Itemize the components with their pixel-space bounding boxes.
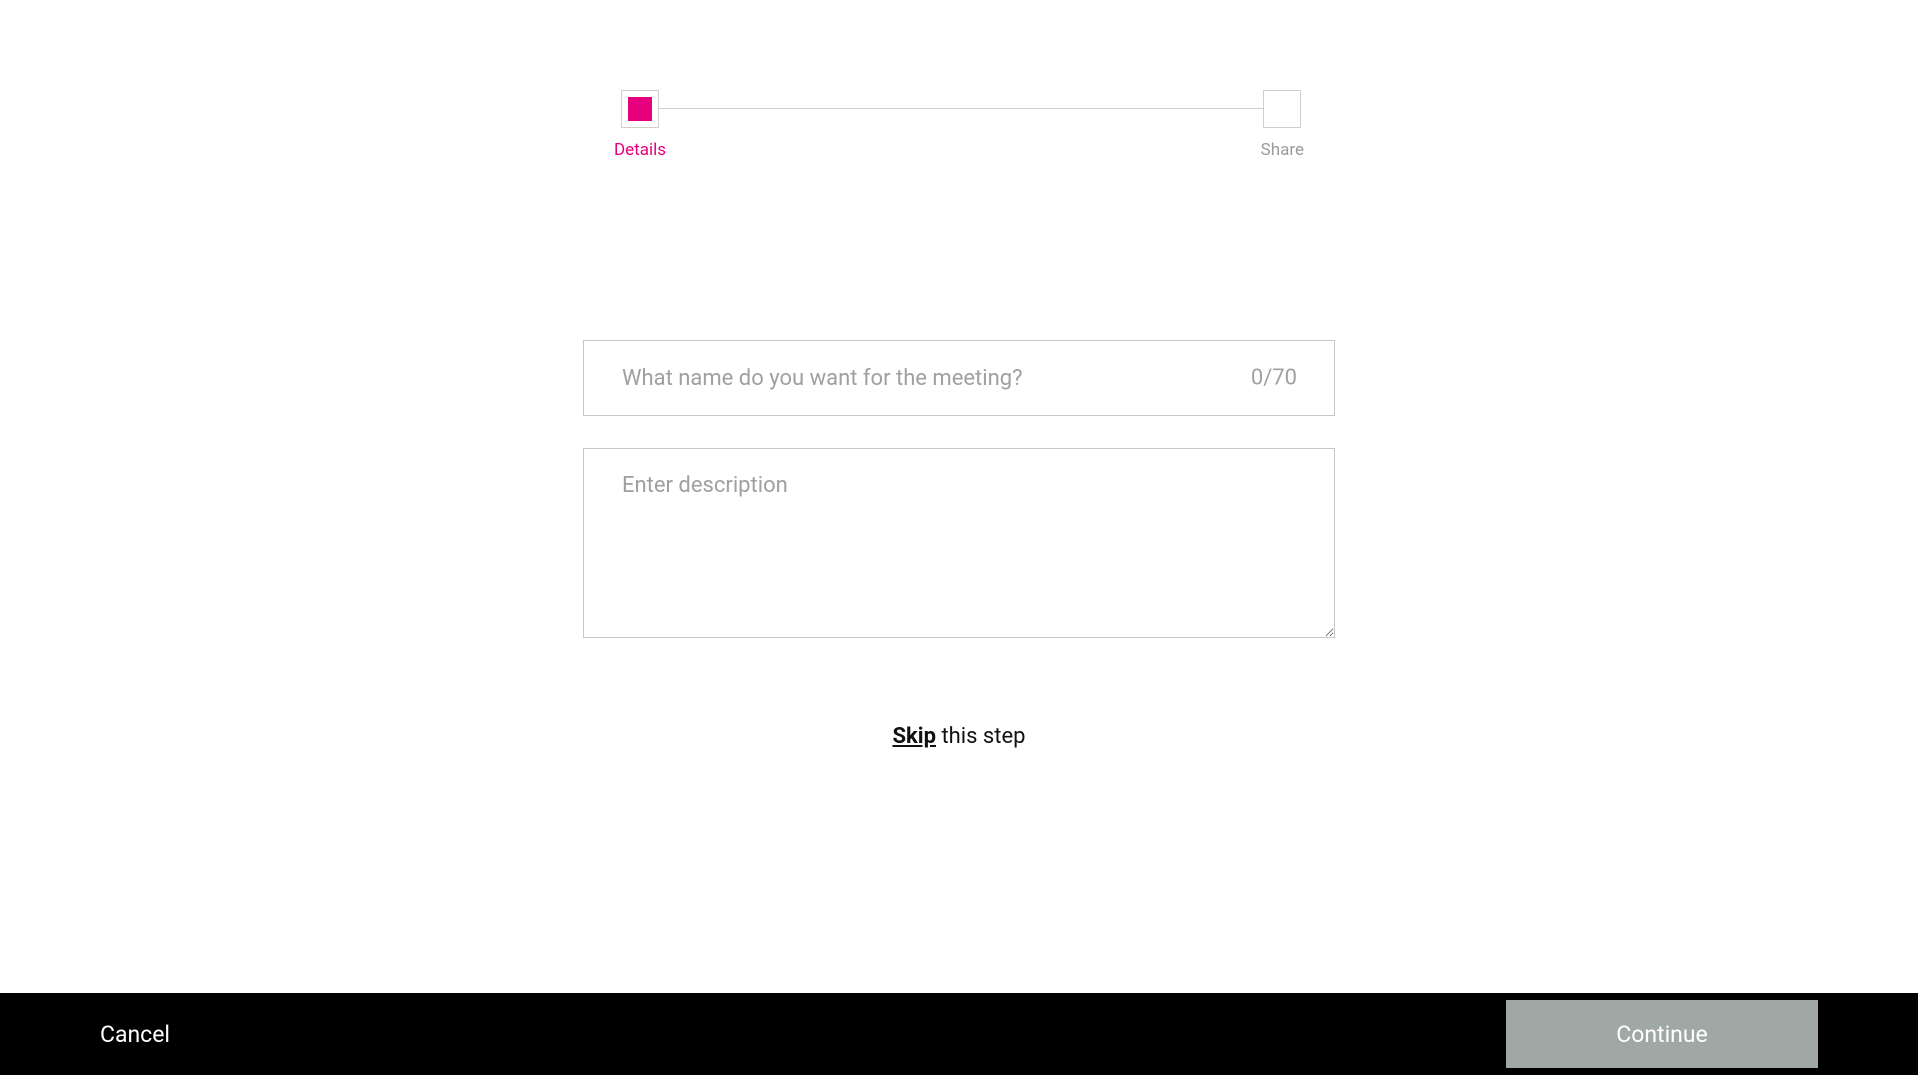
char-count: 0/70 bbox=[1251, 366, 1297, 391]
step-share[interactable]: Share bbox=[1261, 90, 1304, 160]
skip-rest: this step bbox=[936, 724, 1026, 749]
step-active-indicator bbox=[628, 97, 652, 121]
footer-bar: Cancel Continue bbox=[0, 993, 1918, 1075]
step-details[interactable]: Details bbox=[614, 90, 666, 160]
step-box-details bbox=[621, 90, 659, 128]
step-label-share: Share bbox=[1261, 140, 1304, 160]
step-box-share bbox=[1263, 90, 1301, 128]
content-area: Details Share 0/70 Skip this step bbox=[0, 0, 1918, 993]
step-label-details: Details bbox=[614, 140, 666, 160]
skip-word: Skip bbox=[892, 724, 936, 749]
meeting-name-input[interactable] bbox=[583, 340, 1335, 416]
name-input-wrap: 0/70 bbox=[583, 340, 1335, 416]
stepper: Details Share bbox=[614, 90, 1304, 160]
form-section: 0/70 Skip this step bbox=[583, 340, 1335, 749]
skip-step-link[interactable]: Skip this step bbox=[583, 724, 1335, 749]
description-textarea[interactable] bbox=[583, 448, 1335, 638]
cancel-button[interactable]: Cancel bbox=[100, 1021, 170, 1048]
continue-button[interactable]: Continue bbox=[1506, 1000, 1818, 1068]
stepper-line bbox=[652, 108, 1266, 109]
